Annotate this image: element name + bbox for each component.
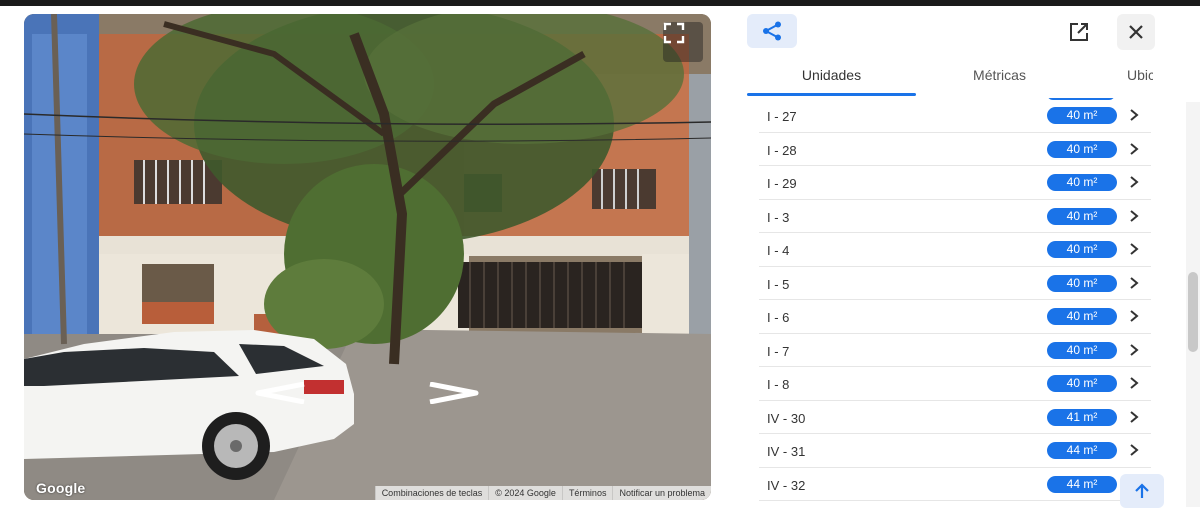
unit-row[interactable]: I - 4 40 m² <box>759 233 1151 267</box>
left-margin <box>0 6 24 507</box>
unit-label: I - 27 <box>767 109 797 124</box>
share-icon <box>763 21 781 41</box>
unit-row[interactable]: I - 28 40 m² <box>759 133 1151 166</box>
unit-row[interactable]: IV - 32 44 m² <box>759 468 1151 501</box>
tab-metricas[interactable]: Métricas <box>916 62 1083 98</box>
unit-label: I - 29 <box>767 176 797 191</box>
chevron-right-icon[interactable] <box>1129 410 1139 424</box>
open-external-icon <box>1070 23 1088 41</box>
report-problem-link[interactable]: Notificar un problema <box>612 486 711 500</box>
panel-tabs: Unidades Métricas Ubic <box>747 62 1153 98</box>
unit-label: IV - 30 <box>767 410 806 426</box>
arrow-up-icon <box>1135 483 1149 498</box>
chevron-right-icon[interactable] <box>1129 276 1139 290</box>
area-badge: 41 m² <box>1047 408 1117 426</box>
map-attribution: Combinaciones de teclas © 2024 Google Té… <box>374 486 711 500</box>
scrollbar-thumb[interactable] <box>1188 272 1198 352</box>
unit-row[interactable]: I - 6 40 m² <box>759 300 1151 334</box>
street-view-panel[interactable]: Google Combinaciones de teclas © 2024 Go… <box>24 14 711 500</box>
area-badge: 44 m² <box>1047 442 1117 459</box>
chevron-left-icon[interactable] <box>252 382 308 404</box>
area-badge: 40 m² <box>1047 241 1117 258</box>
keyboard-shortcuts-link[interactable]: Combinaciones de teclas <box>374 486 489 500</box>
unit-label: I - 5 <box>767 276 790 292</box>
chevron-right-icon[interactable] <box>1129 443 1139 457</box>
open-external-button[interactable] <box>1063 16 1095 48</box>
area-badge: 40 m² <box>1047 140 1117 158</box>
chevron-right-icon[interactable] <box>1129 142 1139 156</box>
tab-unidades[interactable]: Unidades <box>747 62 916 98</box>
unit-row[interactable]: I - 27 40 m² <box>759 99 1151 133</box>
unit-row[interactable]: I - 29 40 m² <box>759 166 1151 200</box>
copyright-text: © 2024 Google <box>488 486 562 500</box>
fullscreen-button[interactable] <box>663 22 703 62</box>
unit-label: I - 6 <box>767 310 790 325</box>
unit-row[interactable]: I - 5 40 m² <box>759 267 1151 300</box>
close-button[interactable] <box>1117 14 1155 50</box>
fullscreen-icon <box>663 22 685 44</box>
unit-label: I - 4 <box>767 243 790 258</box>
unit-row[interactable]: IV - 31 44 m² <box>759 434 1151 468</box>
close-icon <box>1129 25 1143 39</box>
tab-ubicacion[interactable]: Ubic <box>1083 62 1153 98</box>
chevron-right-icon[interactable] <box>1129 343 1139 357</box>
share-button[interactable] <box>747 14 797 48</box>
units-list: I - 27 40 m² I - 28 40 m² I - 29 40 m² I - 3 40… <box>759 98 1151 507</box>
area-badge: 40 m² <box>1047 341 1117 359</box>
area-badge: 44 m² <box>1047 475 1117 493</box>
unit-row[interactable]: I - 8 40 m² <box>759 367 1151 401</box>
unit-row[interactable]: IV - 30 41 m² <box>759 401 1151 434</box>
terms-link[interactable]: Términos <box>561 486 613 500</box>
area-badge: 40 m² <box>1047 207 1117 225</box>
chevron-right-icon[interactable] <box>1129 209 1139 223</box>
unit-label: I - 28 <box>767 142 797 158</box>
unit-label: IV - 32 <box>767 477 806 493</box>
area-badge: 40 m² <box>1047 274 1117 292</box>
chevron-right-icon[interactable] <box>1129 242 1139 256</box>
chevron-right-icon[interactable] <box>1129 108 1139 122</box>
area-badge: 40 m² <box>1047 375 1117 392</box>
chevron-right-icon[interactable] <box>1129 376 1139 390</box>
scrollbar-track[interactable] <box>1186 102 1200 507</box>
units-panel: Unidades Métricas Ubic I - 27 40 m² I - 28… <box>711 6 1200 508</box>
street-view-image <box>24 14 711 500</box>
unit-label: I - 3 <box>767 209 790 225</box>
unit-label: IV - 31 <box>767 444 806 459</box>
unit-row[interactable]: I - 3 40 m² <box>759 200 1151 233</box>
unit-row[interactable]: I - 7 40 m² <box>759 334 1151 367</box>
unit-label: I - 7 <box>767 343 790 359</box>
area-badge: 40 m² <box>1047 107 1117 124</box>
unit-label: I - 8 <box>767 377 790 392</box>
chevron-right-icon[interactable] <box>1129 309 1139 323</box>
area-badge: 40 m² <box>1047 174 1117 191</box>
area-badge: 40 m² <box>1047 308 1117 325</box>
chevron-right-icon[interactable] <box>1129 175 1139 189</box>
google-logo: Google <box>36 480 86 496</box>
chevron-right-icon[interactable] <box>426 382 482 404</box>
scroll-to-top-button[interactable] <box>1120 474 1164 508</box>
